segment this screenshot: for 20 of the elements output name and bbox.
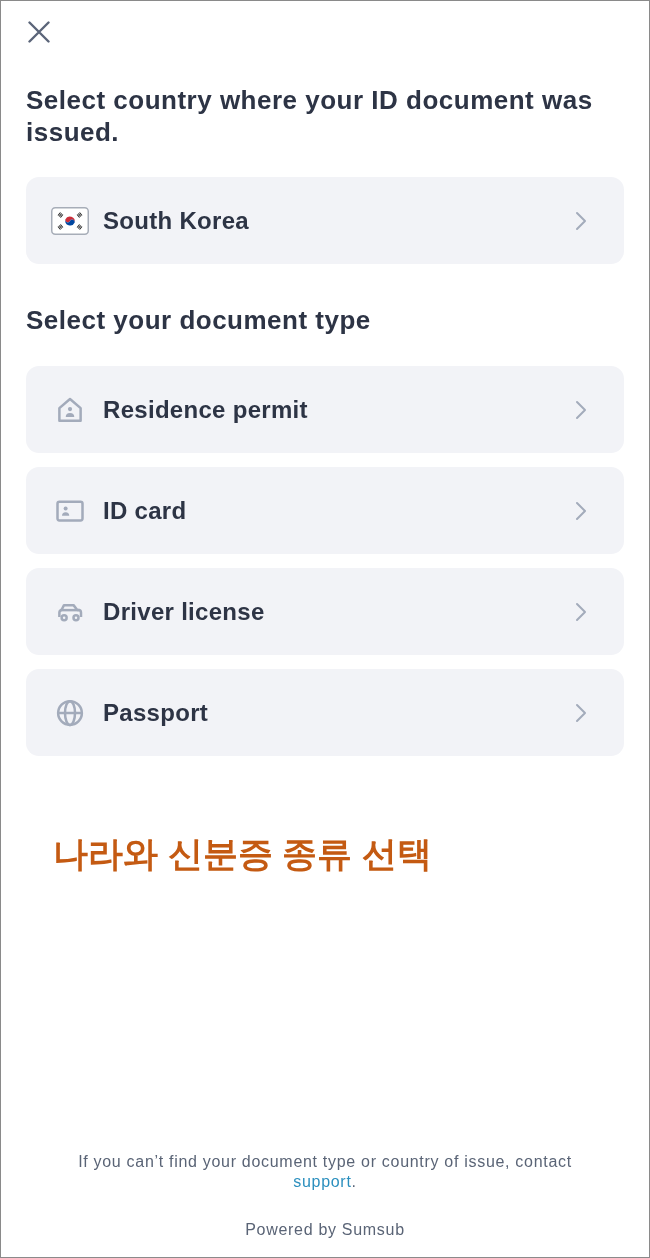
help-text: If you can’t find your document type or country of issue, contact support. [77,1152,573,1192]
annotation-text: 나라와 신분증 종류 선택 [53,833,434,875]
country-select[interactable]: South Korea [26,177,624,264]
document-type-option[interactable]: Residence permit [26,366,624,453]
chevron-icon [575,399,587,420]
document-type-heading: Select your document type [26,305,372,335]
close-button[interactable] [27,20,51,44]
close-icon [28,21,50,43]
support-link[interactable]: support [293,1173,352,1190]
country-heading: Select country where your ID document was issued. [26,84,594,148]
chevron-icon [575,210,587,231]
chevron-icon [575,702,587,723]
flag-icon [51,206,89,235]
powered-by-text: Powered by Sumsub [245,1220,405,1240]
document-type-option[interactable]: Passport [26,669,624,756]
chevron-icon [575,500,587,521]
globe-icon [55,697,85,728]
chevron-icon [575,601,587,622]
document-type-option[interactable]: Driver license [26,568,624,655]
document-type-option[interactable]: ID card [26,467,624,554]
